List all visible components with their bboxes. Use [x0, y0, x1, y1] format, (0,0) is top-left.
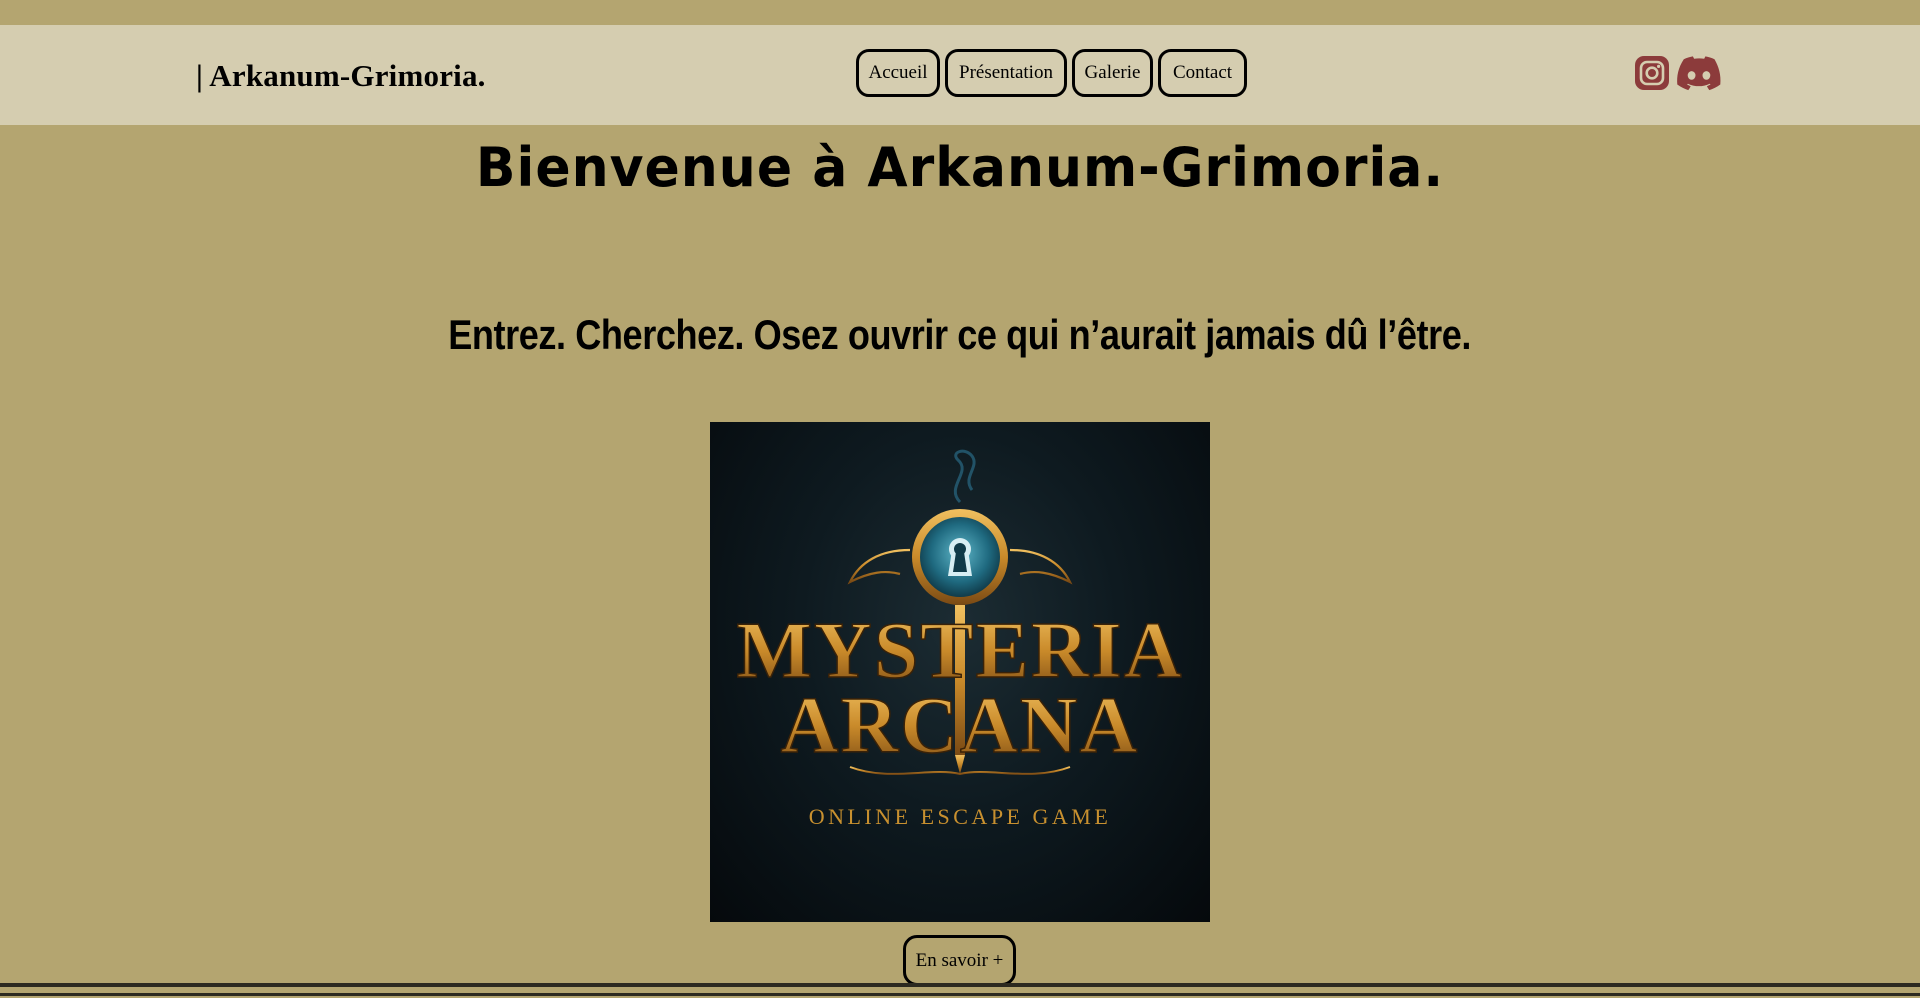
page: | Arkanum-Grimoria. Accueil Présentation…: [0, 0, 1920, 998]
learn-more-button[interactable]: En savoir +: [903, 935, 1016, 986]
main-nav: Accueil Présentation Galerie Contact: [856, 49, 1247, 97]
nav-accueil-button[interactable]: Accueil: [856, 49, 940, 97]
keyhole-icon: [948, 538, 972, 576]
site-logo[interactable]: | Arkanum-Grimoria.: [196, 58, 486, 94]
discord-icon[interactable]: [1676, 55, 1722, 91]
poster-title-line2: ARCANA: [781, 682, 1140, 770]
instagram-icon[interactable]: [1634, 55, 1670, 91]
nav-contact-button[interactable]: Contact: [1158, 49, 1247, 97]
smoke-swirl: [953, 449, 976, 504]
nav-presentation-button[interactable]: Présentation: [945, 49, 1067, 97]
tagline-text: Entrez. Cherchez. Osez ouvrir ce qui n’a…: [448, 311, 1472, 358]
mysteria-arcana-poster: MYSTERIA ARCANA ONLINE ESCAPE GAME: [710, 422, 1210, 922]
social-links: [1634, 55, 1722, 91]
poster-subtitle: ONLINE ESCAPE GAME: [809, 804, 1112, 829]
footer-divider-secondary: [0, 993, 1920, 996]
tagline: Entrez. Cherchez. Osez ouvrir ce qui n’a…: [0, 311, 1920, 359]
nav-galerie-button[interactable]: Galerie: [1072, 49, 1153, 97]
welcome-title: Bienvenue à Arkanum-Grimoria.: [475, 136, 1445, 200]
poster-artwork: MYSTERIA ARCANA ONLINE ESCAPE GAME: [736, 449, 1182, 829]
footer-divider: [0, 983, 1920, 987]
site-header: | Arkanum-Grimoria. Accueil Présentation…: [0, 25, 1920, 125]
ornament-left: [847, 548, 911, 585]
ornament-right: [1009, 548, 1073, 585]
